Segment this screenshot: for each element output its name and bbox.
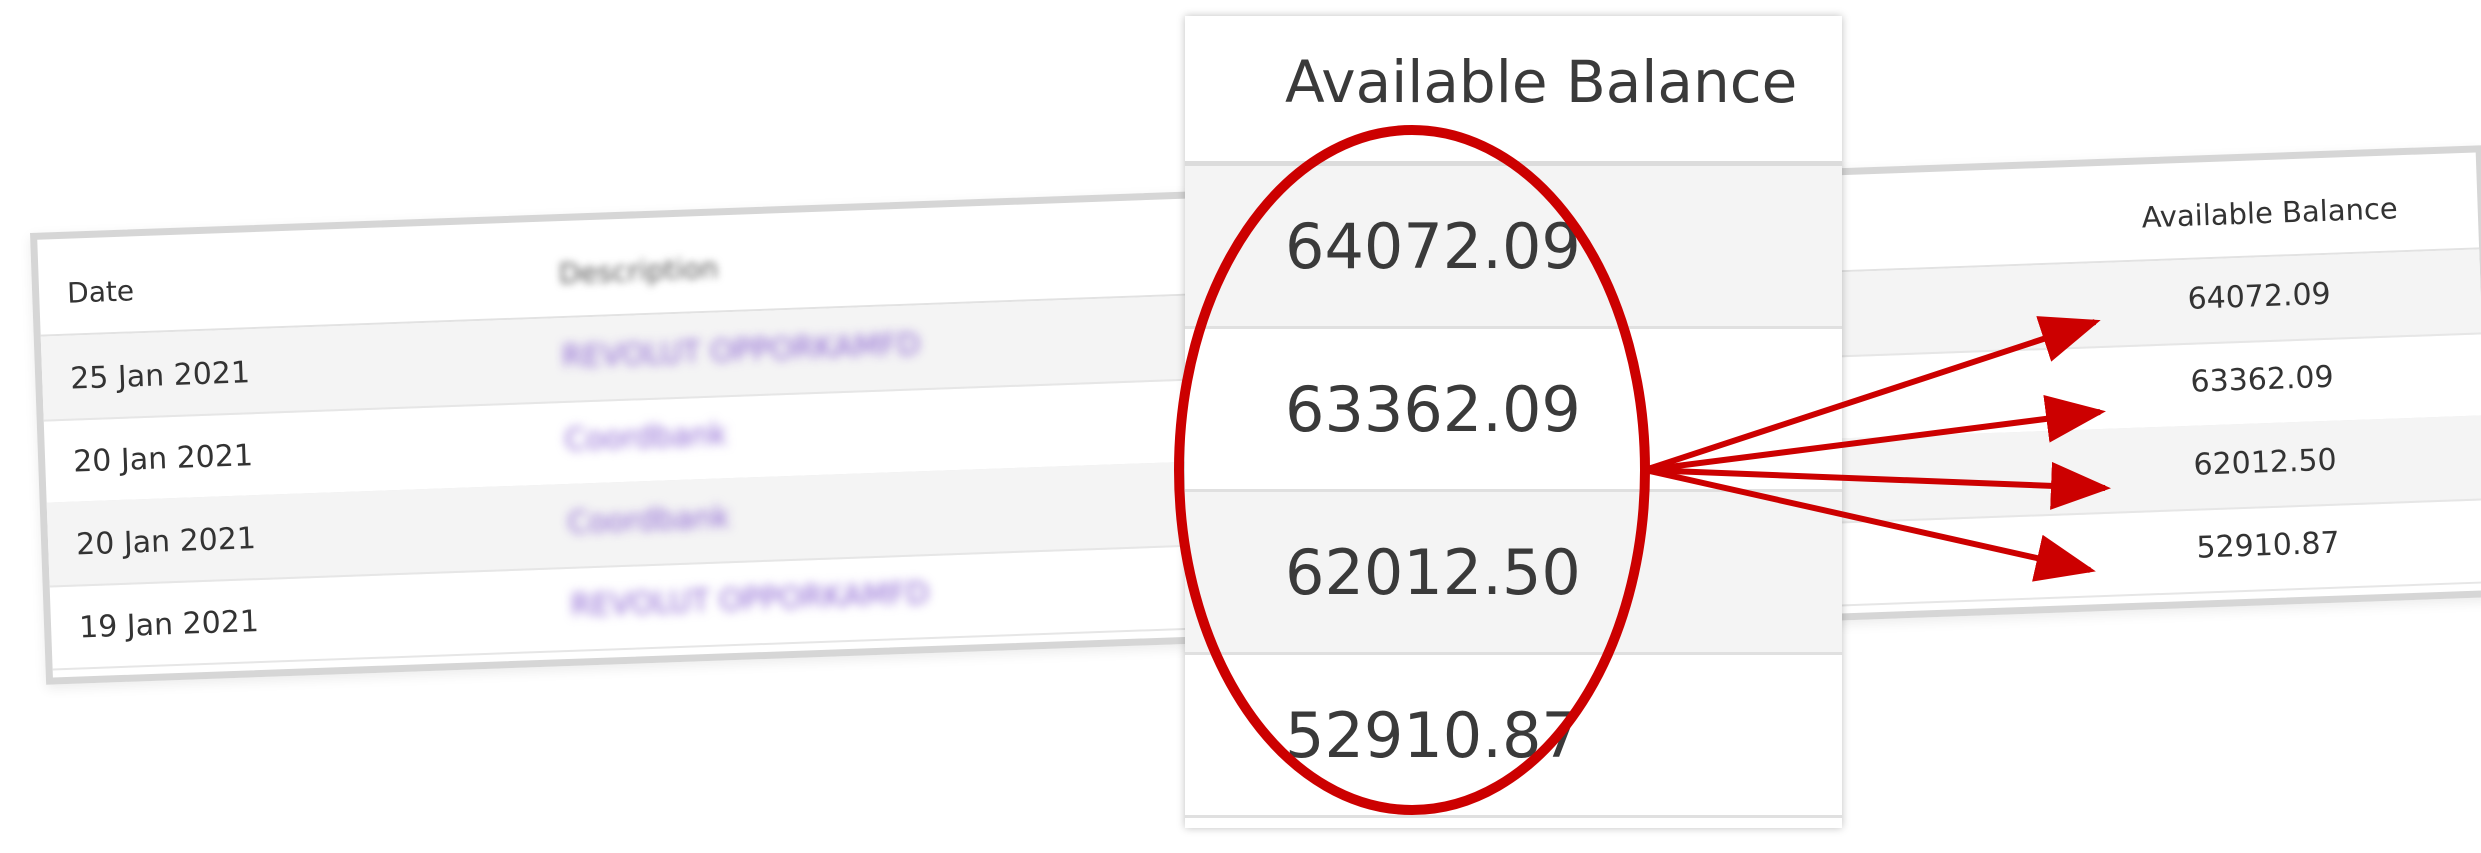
zoom-header: Available Balance [1185, 16, 1842, 166]
row-date: 20 Jan 2021 [72, 438, 254, 480]
zoom-row: 52910.87 [1185, 655, 1842, 818]
date-column-header[interactable]: Date [67, 274, 135, 309]
balance-zoom-panel: Available Balance 64072.09 63362.09 6201… [1185, 16, 1842, 828]
row-balance: 52910.87 [2195, 525, 2341, 566]
row-date: 20 Jan 2021 [75, 521, 257, 563]
row-description-link[interactable]: Coordbank [564, 417, 727, 458]
row-balance: 64072.09 [2186, 276, 2332, 317]
zoom-row: 64072.09 [1185, 166, 1842, 329]
row-date: 19 Jan 2021 [78, 604, 260, 646]
row-description-link[interactable]: REVOLUT OPPORKAMFD [561, 327, 921, 375]
row-description-link[interactable]: REVOLUT OPPORKAMFD [570, 576, 930, 624]
row-date: 25 Jan 2021 [69, 355, 251, 397]
row-balance: 62012.50 [2192, 442, 2338, 483]
row-description-link[interactable]: Coordbank [567, 500, 730, 541]
zoom-row: 62012.50 [1185, 492, 1842, 655]
zoom-balance-value: 62012.50 [1285, 536, 1581, 609]
balance-column-header[interactable]: Available Balance [2141, 191, 2398, 234]
zoom-balance-value: 63362.09 [1285, 373, 1581, 446]
zoom-row: 63362.09 [1185, 329, 1842, 492]
zoom-balance-value: 52910.87 [1285, 699, 1581, 772]
description-column-header[interactable]: Description [558, 251, 719, 290]
zoom-header-label: Available Balance [1285, 48, 1798, 116]
zoom-balance-value: 64072.09 [1285, 210, 1581, 283]
row-balance: 63362.09 [2189, 359, 2335, 400]
